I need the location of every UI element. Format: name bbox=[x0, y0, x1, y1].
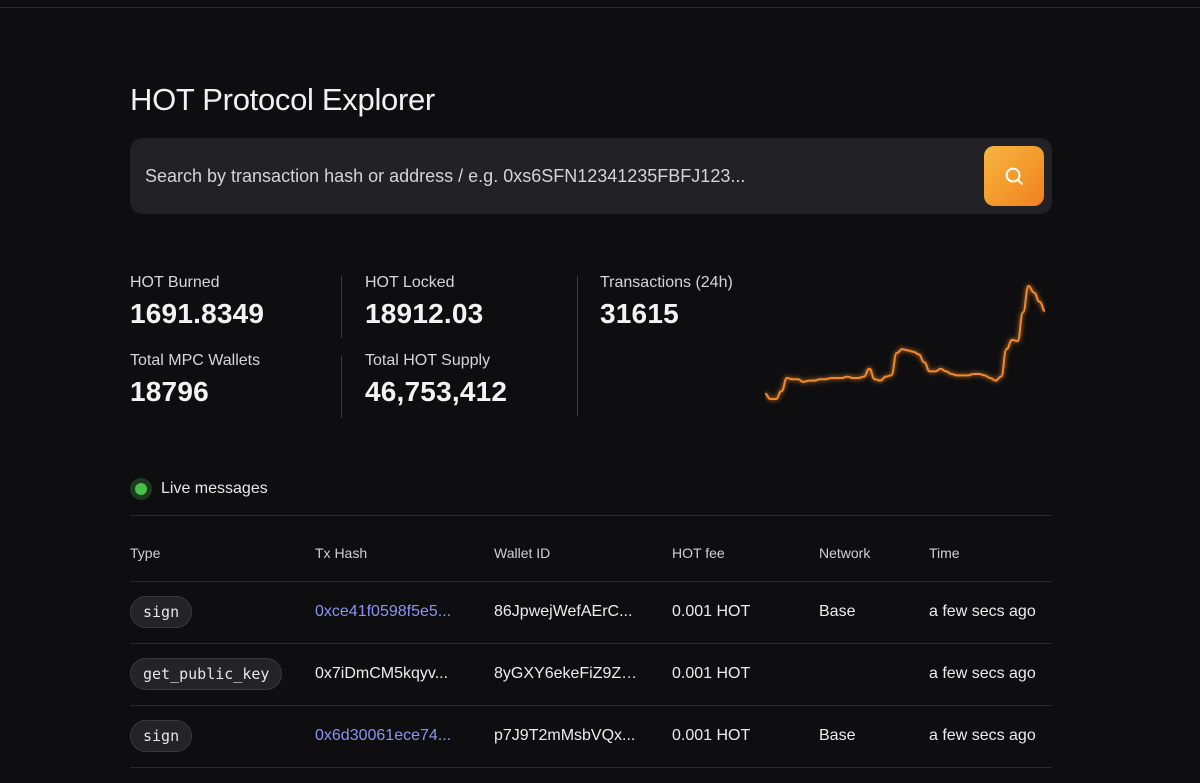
time: a few secs ago bbox=[929, 603, 1036, 620]
live-messages-indicator: Live messages bbox=[130, 478, 268, 500]
sparkline-series bbox=[765, 285, 1045, 400]
table-row[interactable]: sign 0x6d30061ece74... p7J9T2mMsbVQx... … bbox=[130, 705, 1052, 767]
hot-fee: 0.001 HOT bbox=[672, 665, 751, 682]
time: a few secs ago bbox=[929, 665, 1036, 682]
col-header-hot-fee: HOT fee bbox=[672, 545, 725, 561]
hot-fee: 0.001 HOT bbox=[672, 727, 751, 744]
wallet-id-cell: 8yGXY6ekeFiZ9ZG... bbox=[494, 643, 639, 705]
tx-hash-cell: 0xce41f0598f5e5... bbox=[315, 581, 451, 643]
type-cell: sign bbox=[130, 581, 193, 643]
network: Base bbox=[819, 603, 856, 620]
fee-cell: 0.001 HOT bbox=[672, 705, 750, 767]
network: Base bbox=[819, 727, 856, 744]
top-divider bbox=[0, 0, 1200, 8]
type-cell: sign bbox=[130, 705, 193, 767]
stat-label: HOT Burned bbox=[130, 274, 220, 291]
type-cell: get_public_key bbox=[130, 643, 283, 705]
stat-hot-burned: HOT Burned 1691.8349 bbox=[130, 274, 264, 330]
table-top-divider bbox=[130, 515, 1052, 516]
time: a few secs ago bbox=[929, 727, 1036, 744]
stat-hot-locked: HOT Locked 18912.03 bbox=[365, 274, 483, 330]
time-cell: a few secs ago bbox=[929, 581, 1036, 643]
stat-label: HOT Locked bbox=[365, 274, 455, 291]
tx-hash-link[interactable]: 0x6d30061ece74... bbox=[315, 727, 451, 745]
network-cell: Base bbox=[819, 705, 855, 767]
col-header-wallet-id: Wallet ID bbox=[494, 545, 551, 561]
wallet-id-cell: p7J9T2mMsbVQx... bbox=[494, 705, 635, 767]
transactions-sparkline bbox=[765, 285, 1045, 400]
live-status-dot bbox=[130, 478, 152, 500]
network-cell: Base bbox=[819, 581, 855, 643]
stat-value: 31615 bbox=[600, 298, 679, 329]
time-cell: a few secs ago bbox=[929, 705, 1036, 767]
search-button[interactable] bbox=[984, 146, 1044, 206]
tx-hash-cell: 0x7iDmCM5kqyv... bbox=[315, 643, 448, 705]
col-header-type: Type bbox=[130, 545, 161, 561]
stat-value: 46,753,412 bbox=[365, 376, 508, 407]
stat-value: 18796 bbox=[130, 376, 209, 407]
fee-cell: 0.001 HOT bbox=[672, 581, 750, 643]
stat-divider bbox=[341, 356, 342, 418]
page-title: HOT Protocol Explorer bbox=[130, 82, 435, 117]
stat-divider bbox=[341, 276, 342, 338]
stat-label: Total HOT Supply bbox=[365, 352, 491, 369]
wallet-id: 8yGXY6ekeFiZ9ZG... bbox=[494, 665, 639, 682]
col-header-tx-hash: Tx Hash bbox=[315, 545, 368, 561]
stat-value: 1691.8349 bbox=[130, 298, 265, 329]
tx-hash: 0x7iDmCM5kqyv... bbox=[315, 665, 449, 682]
table-row[interactable]: sign 0xce41f0598f5e5... 86JpwejWefAErC..… bbox=[130, 581, 1052, 643]
type-badge: sign bbox=[130, 596, 193, 628]
stat-hot-supply: Total HOT Supply 46,753,412 bbox=[365, 352, 507, 408]
time-cell: a few secs ago bbox=[929, 643, 1036, 705]
type-badge: get_public_key bbox=[130, 658, 283, 690]
stat-mpc-wallets: Total MPC Wallets 18796 bbox=[130, 352, 260, 408]
col-header-network: Network bbox=[819, 545, 871, 561]
row-divider bbox=[130, 767, 1052, 768]
search-bar bbox=[130, 138, 1052, 214]
col-header-time: Time bbox=[929, 545, 960, 561]
stat-value: 18912.03 bbox=[365, 298, 484, 329]
stat-label: Transactions (24h) bbox=[600, 274, 733, 291]
stat-label: Total MPC Wallets bbox=[130, 352, 261, 369]
live-label: Live messages bbox=[161, 480, 268, 497]
wallet-id-cell: 86JpwejWefAErC... bbox=[494, 581, 632, 643]
stat-transactions: Transactions (24h) 31615 bbox=[600, 274, 733, 330]
type-badge: sign bbox=[130, 720, 193, 752]
tx-hash-link[interactable]: 0xce41f0598f5e5... bbox=[315, 603, 451, 621]
search-icon bbox=[1005, 167, 1023, 185]
stat-divider bbox=[577, 276, 578, 416]
wallet-id: p7J9T2mMsbVQx... bbox=[494, 727, 636, 744]
hot-fee: 0.001 HOT bbox=[672, 603, 751, 620]
search-input[interactable] bbox=[145, 138, 965, 214]
tx-hash-cell: 0x6d30061ece74... bbox=[315, 705, 451, 767]
wallet-id: 86JpwejWefAErC... bbox=[494, 603, 633, 620]
fee-cell: 0.001 HOT bbox=[672, 643, 750, 705]
table-row[interactable]: get_public_key 0x7iDmCM5kqyv... 8yGXY6ek… bbox=[130, 643, 1052, 705]
